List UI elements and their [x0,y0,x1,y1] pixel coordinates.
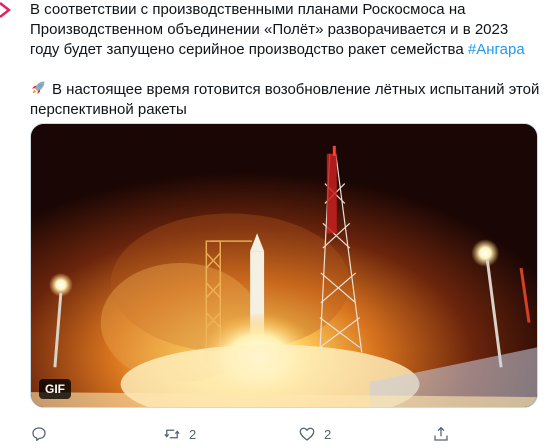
gif-badge: GIF [39,379,71,399]
paragraph-2-text: В настоящее время готовится возобновлени… [30,81,540,118]
reply-button[interactable] [30,424,48,444]
paragraph-1-text: В соответствии с производственными плана… [30,1,509,58]
tweet-paragraph-1: В соответствии с производственными плана… [30,0,540,60]
share-button[interactable] [432,424,450,444]
tweet-media-gif[interactable] [30,123,538,408]
like-count: 2 [324,426,332,442]
tweet-actions: 2 2 [30,424,542,444]
hashtag-link[interactable]: #Ангара [468,41,525,58]
retweet-count: 2 [189,426,197,442]
share-icon [434,426,448,441]
tweet-paragraph-2: В настоящее время готовится возобновлени… [30,80,540,120]
like-button[interactable]: 2 [298,424,331,444]
tweet: В соответствии с производственными плана… [0,0,552,448]
retweet-button[interactable]: 2 [163,424,196,444]
rocket-launch-image [31,124,537,407]
reply-icon [32,427,46,442]
rocket-icon [32,81,45,94]
thread-marker-icon [0,2,12,18]
tweet-text: В соответствии с производственными плана… [30,0,540,120]
like-icon [299,427,315,441]
retweet-icon [164,429,180,439]
